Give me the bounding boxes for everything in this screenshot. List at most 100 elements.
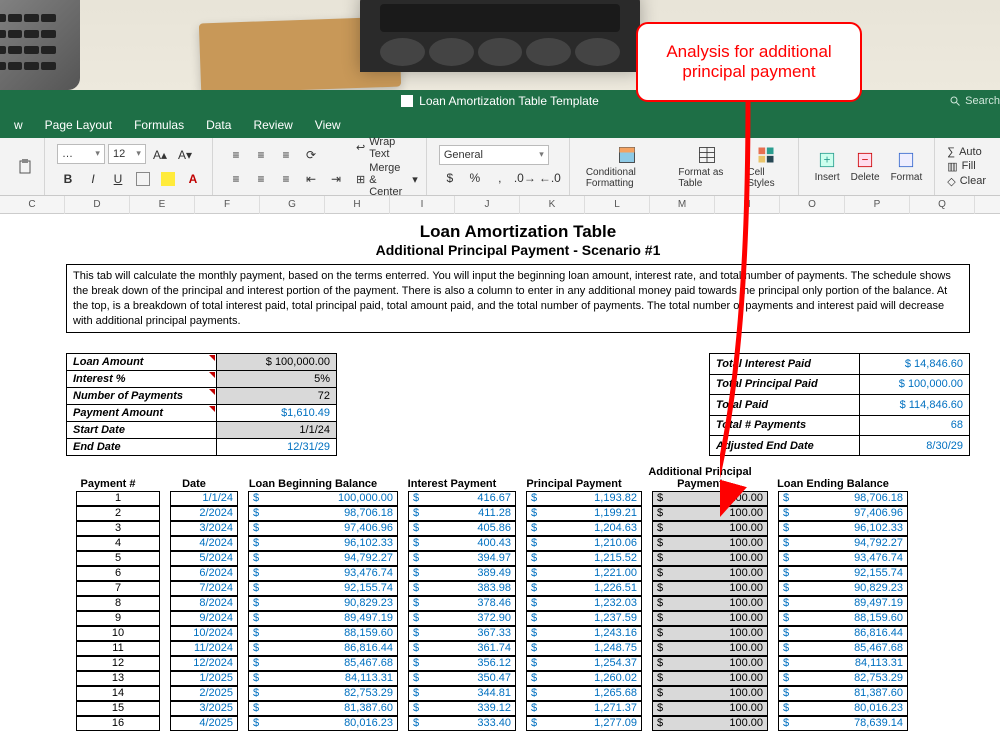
column-header[interactable]: N xyxy=(715,196,780,214)
schedule-cell[interactable]: 100,000.00 xyxy=(248,491,398,506)
schedule-cell[interactable]: 14 xyxy=(76,686,160,701)
schedule-cell[interactable]: 350.47 xyxy=(408,671,516,686)
schedule-cell[interactable]: 9/2024 xyxy=(170,611,238,626)
font-size-combo[interactable]: 12▾ xyxy=(108,144,146,164)
schedule-cell[interactable]: 416.67 xyxy=(408,491,516,506)
schedule-row[interactable]: 1212/202485,467.68356.121,254.37100.0084… xyxy=(76,656,908,671)
schedule-cell[interactable]: 361.74 xyxy=(408,641,516,656)
schedule-cell[interactable]: 1,260.02 xyxy=(526,671,642,686)
schedule-row[interactable]: 1010/202488,159.60367.331,243.16100.0086… xyxy=(76,626,908,641)
column-header[interactable]: J xyxy=(455,196,520,214)
menu-tab-w[interactable]: w xyxy=(14,118,23,132)
schedule-cell[interactable]: 100.00 xyxy=(652,686,768,701)
schedule-cell[interactable]: 333.40 xyxy=(408,716,516,731)
font-name-combo[interactable]: …▾ xyxy=(57,144,105,164)
schedule-cell[interactable]: 1,237.59 xyxy=(526,611,642,626)
schedule-row[interactable]: 44/202496,102.33400.431,210.06100.0094,7… xyxy=(76,536,908,551)
schedule-cell[interactable]: 400.43 xyxy=(408,536,516,551)
schedule-cell[interactable]: 372.90 xyxy=(408,611,516,626)
schedule-row[interactable]: 99/202489,497.19372.901,237.59100.0088,1… xyxy=(76,611,908,626)
comma-format-button[interactable]: , xyxy=(489,167,511,189)
column-header[interactable]: F xyxy=(195,196,260,214)
accounting-format-button[interactable]: $ xyxy=(439,167,461,189)
schedule-cell[interactable]: 383.98 xyxy=(408,581,516,596)
column-header[interactable]: K xyxy=(520,196,585,214)
align-middle-button[interactable]: ≡ xyxy=(250,144,272,166)
schedule-cell[interactable]: 89,497.19 xyxy=(778,596,908,611)
schedule-cell[interactable]: 1,232.03 xyxy=(526,596,642,611)
schedule-cell[interactable]: 81,387.60 xyxy=(248,701,398,716)
underline-button[interactable]: U xyxy=(107,168,129,190)
schedule-cell[interactable]: 100.00 xyxy=(652,626,768,641)
column-headers[interactable]: CDEFGHIJKLMNOPQRS xyxy=(0,196,1000,214)
schedule-cell[interactable]: 1/2025 xyxy=(170,671,238,686)
schedule-cell[interactable]: 84,113.31 xyxy=(248,671,398,686)
insert-button[interactable]: + Insert xyxy=(811,148,844,185)
schedule-cell[interactable]: 94,792.27 xyxy=(778,536,908,551)
schedule-cell[interactable]: 100.00 xyxy=(652,581,768,596)
schedule-cell[interactable]: 100.00 xyxy=(652,536,768,551)
schedule-cell[interactable]: 405.86 xyxy=(408,521,516,536)
column-header[interactable]: L xyxy=(585,196,650,214)
indent-increase-button[interactable]: ⇥ xyxy=(325,168,347,190)
schedule-row[interactable]: 33/202497,406.96405.861,204.63100.0096,1… xyxy=(76,521,908,536)
menu-tab-review[interactable]: Review xyxy=(253,118,292,132)
schedule-cell[interactable]: 2 xyxy=(76,506,160,521)
schedule-row[interactable]: 66/202493,476.74389.491,221.00100.0092,1… xyxy=(76,566,908,581)
schedule-row[interactable]: 88/202490,829.23378.461,232.03100.0089,4… xyxy=(76,596,908,611)
fill-color-button[interactable] xyxy=(157,168,179,190)
decrease-font-button[interactable]: A▾ xyxy=(174,144,196,166)
merge-center-button[interactable]: ⊞ Merge & Center ▾ xyxy=(356,162,418,198)
schedule-cell[interactable]: 1 xyxy=(76,491,160,506)
input-value[interactable]: $ 100,000.00 xyxy=(217,354,337,371)
schedule-cell[interactable]: 94,792.27 xyxy=(248,551,398,566)
schedule-cell[interactable]: 10/2024 xyxy=(170,626,238,641)
schedule-cell[interactable]: 100.00 xyxy=(652,551,768,566)
schedule-cell[interactable]: 100.00 xyxy=(652,506,768,521)
schedule-cell[interactable]: 378.46 xyxy=(408,596,516,611)
schedule-cell[interactable]: 90,829.23 xyxy=(248,596,398,611)
column-header[interactable]: D xyxy=(65,196,130,214)
delete-button[interactable]: − Delete xyxy=(847,148,884,185)
schedule-cell[interactable]: 100.00 xyxy=(652,521,768,536)
schedule-cell[interactable]: 394.97 xyxy=(408,551,516,566)
schedule-cell[interactable]: 97,406.96 xyxy=(248,521,398,536)
format-button[interactable]: Format xyxy=(887,148,927,185)
clear-button[interactable]: ◇ Clear xyxy=(947,175,986,188)
fill-button[interactable]: ▥ Fill xyxy=(947,160,986,173)
schedule-cell[interactable]: 100.00 xyxy=(652,716,768,731)
schedule-cell[interactable]: 6/2024 xyxy=(170,566,238,581)
input-value[interactable]: 1/1/24 xyxy=(217,422,337,439)
amortization-schedule-table[interactable]: 11/1/24100,000.00416.671,193.82100.0098,… xyxy=(66,491,918,731)
column-header[interactable]: P xyxy=(845,196,910,214)
wrap-text-button[interactable]: ↩ Wrap Text xyxy=(356,136,418,160)
cell-styles-button[interactable]: Cell Styles xyxy=(743,143,789,191)
align-left-button[interactable]: ≡ xyxy=(225,168,247,190)
schedule-cell[interactable]: 100.00 xyxy=(652,641,768,656)
schedule-cell[interactable]: 100.00 xyxy=(652,611,768,626)
schedule-cell[interactable]: 93,476.74 xyxy=(778,551,908,566)
schedule-cell[interactable]: 13 xyxy=(76,671,160,686)
schedule-cell[interactable]: 12/2024 xyxy=(170,656,238,671)
schedule-row[interactable]: 142/202582,753.29344.811,265.68100.0081,… xyxy=(76,686,908,701)
schedule-cell[interactable]: 5 xyxy=(76,551,160,566)
schedule-cell[interactable]: 1,254.37 xyxy=(526,656,642,671)
schedule-cell[interactable]: 7 xyxy=(76,581,160,596)
borders-button[interactable] xyxy=(132,168,154,190)
schedule-cell[interactable]: 10 xyxy=(76,626,160,641)
schedule-cell[interactable]: 82,753.29 xyxy=(778,671,908,686)
schedule-cell[interactable]: 356.12 xyxy=(408,656,516,671)
schedule-cell[interactable]: 344.81 xyxy=(408,686,516,701)
schedule-cell[interactable]: 97,406.96 xyxy=(778,506,908,521)
schedule-cell[interactable]: 12 xyxy=(76,656,160,671)
schedule-cell[interactable]: 92,155.74 xyxy=(248,581,398,596)
number-format-combo[interactable]: General▾ xyxy=(439,145,549,165)
schedule-cell[interactable]: 78,639.14 xyxy=(778,716,908,731)
schedule-row[interactable]: 1111/202486,816.44361.741,248.75100.0085… xyxy=(76,641,908,656)
schedule-cell[interactable]: 1,199.21 xyxy=(526,506,642,521)
schedule-cell[interactable]: 85,467.68 xyxy=(778,641,908,656)
schedule-cell[interactable]: 1,215.52 xyxy=(526,551,642,566)
increase-decimal-button[interactable]: .0→ xyxy=(514,167,536,189)
column-header[interactable]: O xyxy=(780,196,845,214)
schedule-cell[interactable]: 96,102.33 xyxy=(778,521,908,536)
